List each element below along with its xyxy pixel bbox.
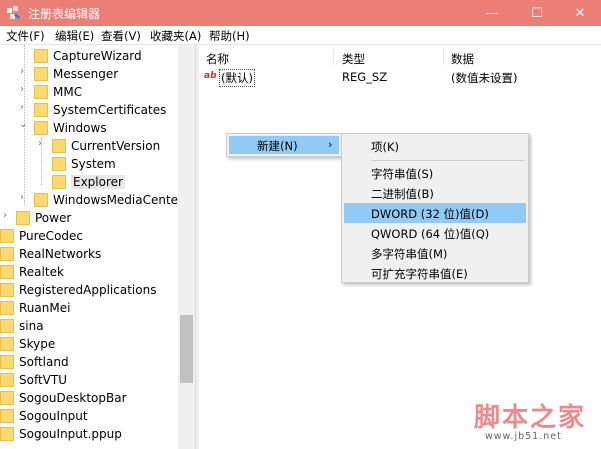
tree-item[interactable]: RegisteredApplications [0,281,156,299]
tree-item[interactable]: CaptureWizard [34,47,142,65]
watermark-url: www.jb51.net [485,431,562,442]
tree-item[interactable]: Skype [0,335,55,353]
menu-item-expandable-string-value[interactable]: 可扩充字符串值(E) [344,263,526,283]
folder-icon [0,337,14,351]
tree-item-selected[interactable]: Explorer [52,173,125,191]
folder-icon [0,229,14,243]
folder-icon [0,301,14,315]
folder-icon [0,265,14,279]
expand-arrow-icon[interactable]: › [38,138,42,149]
menu-item-qword-value[interactable]: QWORD (64 位)值(Q) [344,223,526,243]
folder-icon [52,157,66,171]
tree-item[interactable]: SogouDesktopBar [0,389,127,407]
menu-item-multi-string-value[interactable]: 多字符串值(M) [344,243,526,263]
tree-item[interactable]: Power [16,209,71,227]
expand-arrow-icon[interactable]: › [20,192,24,203]
folder-icon [34,85,48,99]
tree-item[interactable]: System [52,155,116,173]
window-title: 注册表编辑器 [28,7,101,21]
folder-icon [0,283,14,297]
tree-item[interactable]: Messenger [34,65,118,83]
tree-item[interactable]: sina [0,317,44,335]
folder-icon [0,409,14,423]
folder-icon [0,355,14,369]
value-type: REG_SZ [342,70,388,84]
folder-icon [52,139,66,153]
menu-help[interactable]: 帮助(H) [209,28,250,44]
column-header-data[interactable]: 数据 [451,51,474,67]
value-data: (数值未设置) [451,71,518,85]
expand-arrow-icon[interactable]: › [3,210,7,221]
folder-icon [34,49,48,63]
folder-icon [34,103,48,117]
folder-icon [52,175,66,189]
folder-icon [34,121,48,135]
column-header-type[interactable]: 类型 [342,51,365,67]
tree-item[interactable]: Softland [0,353,69,371]
tree-item[interactable]: SogouInput.ppup [0,425,122,443]
menu-bar: 文件(F) 编辑(E) 查看(V) 收藏夹(A) 帮助(H) [0,26,601,45]
tree-item[interactable]: SoftVTU [0,371,67,389]
menu-view[interactable]: 查看(V) [101,28,141,44]
expand-arrow-icon[interactable]: › [20,102,24,113]
menu-item-binary-value[interactable]: 二进制值(B) [344,183,526,203]
tree-item[interactable]: CurrentVersion [52,137,160,155]
menu-edit[interactable]: 编辑(E) [55,28,94,44]
expand-arrow-icon[interactable]: › [20,66,24,77]
tree-item[interactable]: Windows [34,119,107,137]
tree-item[interactable]: RealNetworks [0,245,101,263]
tree-item[interactable]: SogouInput [0,407,88,425]
menu-item-key[interactable]: 项(K) [344,136,526,156]
folder-icon [0,391,14,405]
folder-icon [16,211,30,225]
minimize-button[interactable]: — [470,0,514,26]
folder-icon [0,319,14,333]
menu-separator [371,160,525,161]
folder-icon [0,373,14,387]
folder-icon [34,193,48,207]
tree-item[interactable]: WindowsMediaCenter [34,191,183,209]
string-value-icon: ab [204,71,217,81]
watermark-text: 脚本之家 [474,403,587,433]
tree-item[interactable]: MMC [34,83,82,101]
folder-icon [0,427,14,441]
tree-scrollbar[interactable] [178,45,195,449]
value-name: (默认) [219,69,255,87]
collapse-arrow-icon[interactable]: ⌄ [19,119,27,130]
tree-item[interactable]: Realtek [0,263,64,281]
menu-item-new[interactable]: 新建(N) › [229,136,339,154]
close-button[interactable]: ✕ [558,0,601,26]
column-header-name[interactable]: 名称 [206,51,229,67]
registry-tree[interactable]: CaptureWizard Messenger › MMC › SystemCe… [0,45,195,449]
scroll-thumb[interactable] [180,315,193,383]
menu-item-dword-value[interactable]: DWORD (32 位)值(D) [344,203,526,223]
tree-item[interactable]: SystemCertificates [34,101,166,119]
menu-file[interactable]: 文件(F) [6,28,45,44]
expand-arrow-icon[interactable]: › [20,84,24,95]
context-menu: 新建(N) › [226,133,342,157]
submenu-arrow-icon: › [328,138,333,151]
tree-item[interactable]: RuanMei [0,299,70,317]
folder-icon [0,247,14,261]
new-submenu: 项(K) 字符串值(S) 二进制值(B) DWORD (32 位)值(D) QW… [341,133,529,283]
menu-favorites[interactable]: 收藏夹(A) [150,28,201,44]
folder-icon [34,67,48,81]
title-bar: 注册表编辑器 — ☐ ✕ [0,0,601,26]
menu-item-string-value[interactable]: 字符串值(S) [344,163,526,183]
regedit-icon [7,6,20,19]
tree-item[interactable]: PureCodec [0,227,83,245]
value-row[interactable]: ab (默认) REG_SZ (数值未设置) [199,69,601,87]
maximize-button[interactable]: ☐ [515,0,559,26]
